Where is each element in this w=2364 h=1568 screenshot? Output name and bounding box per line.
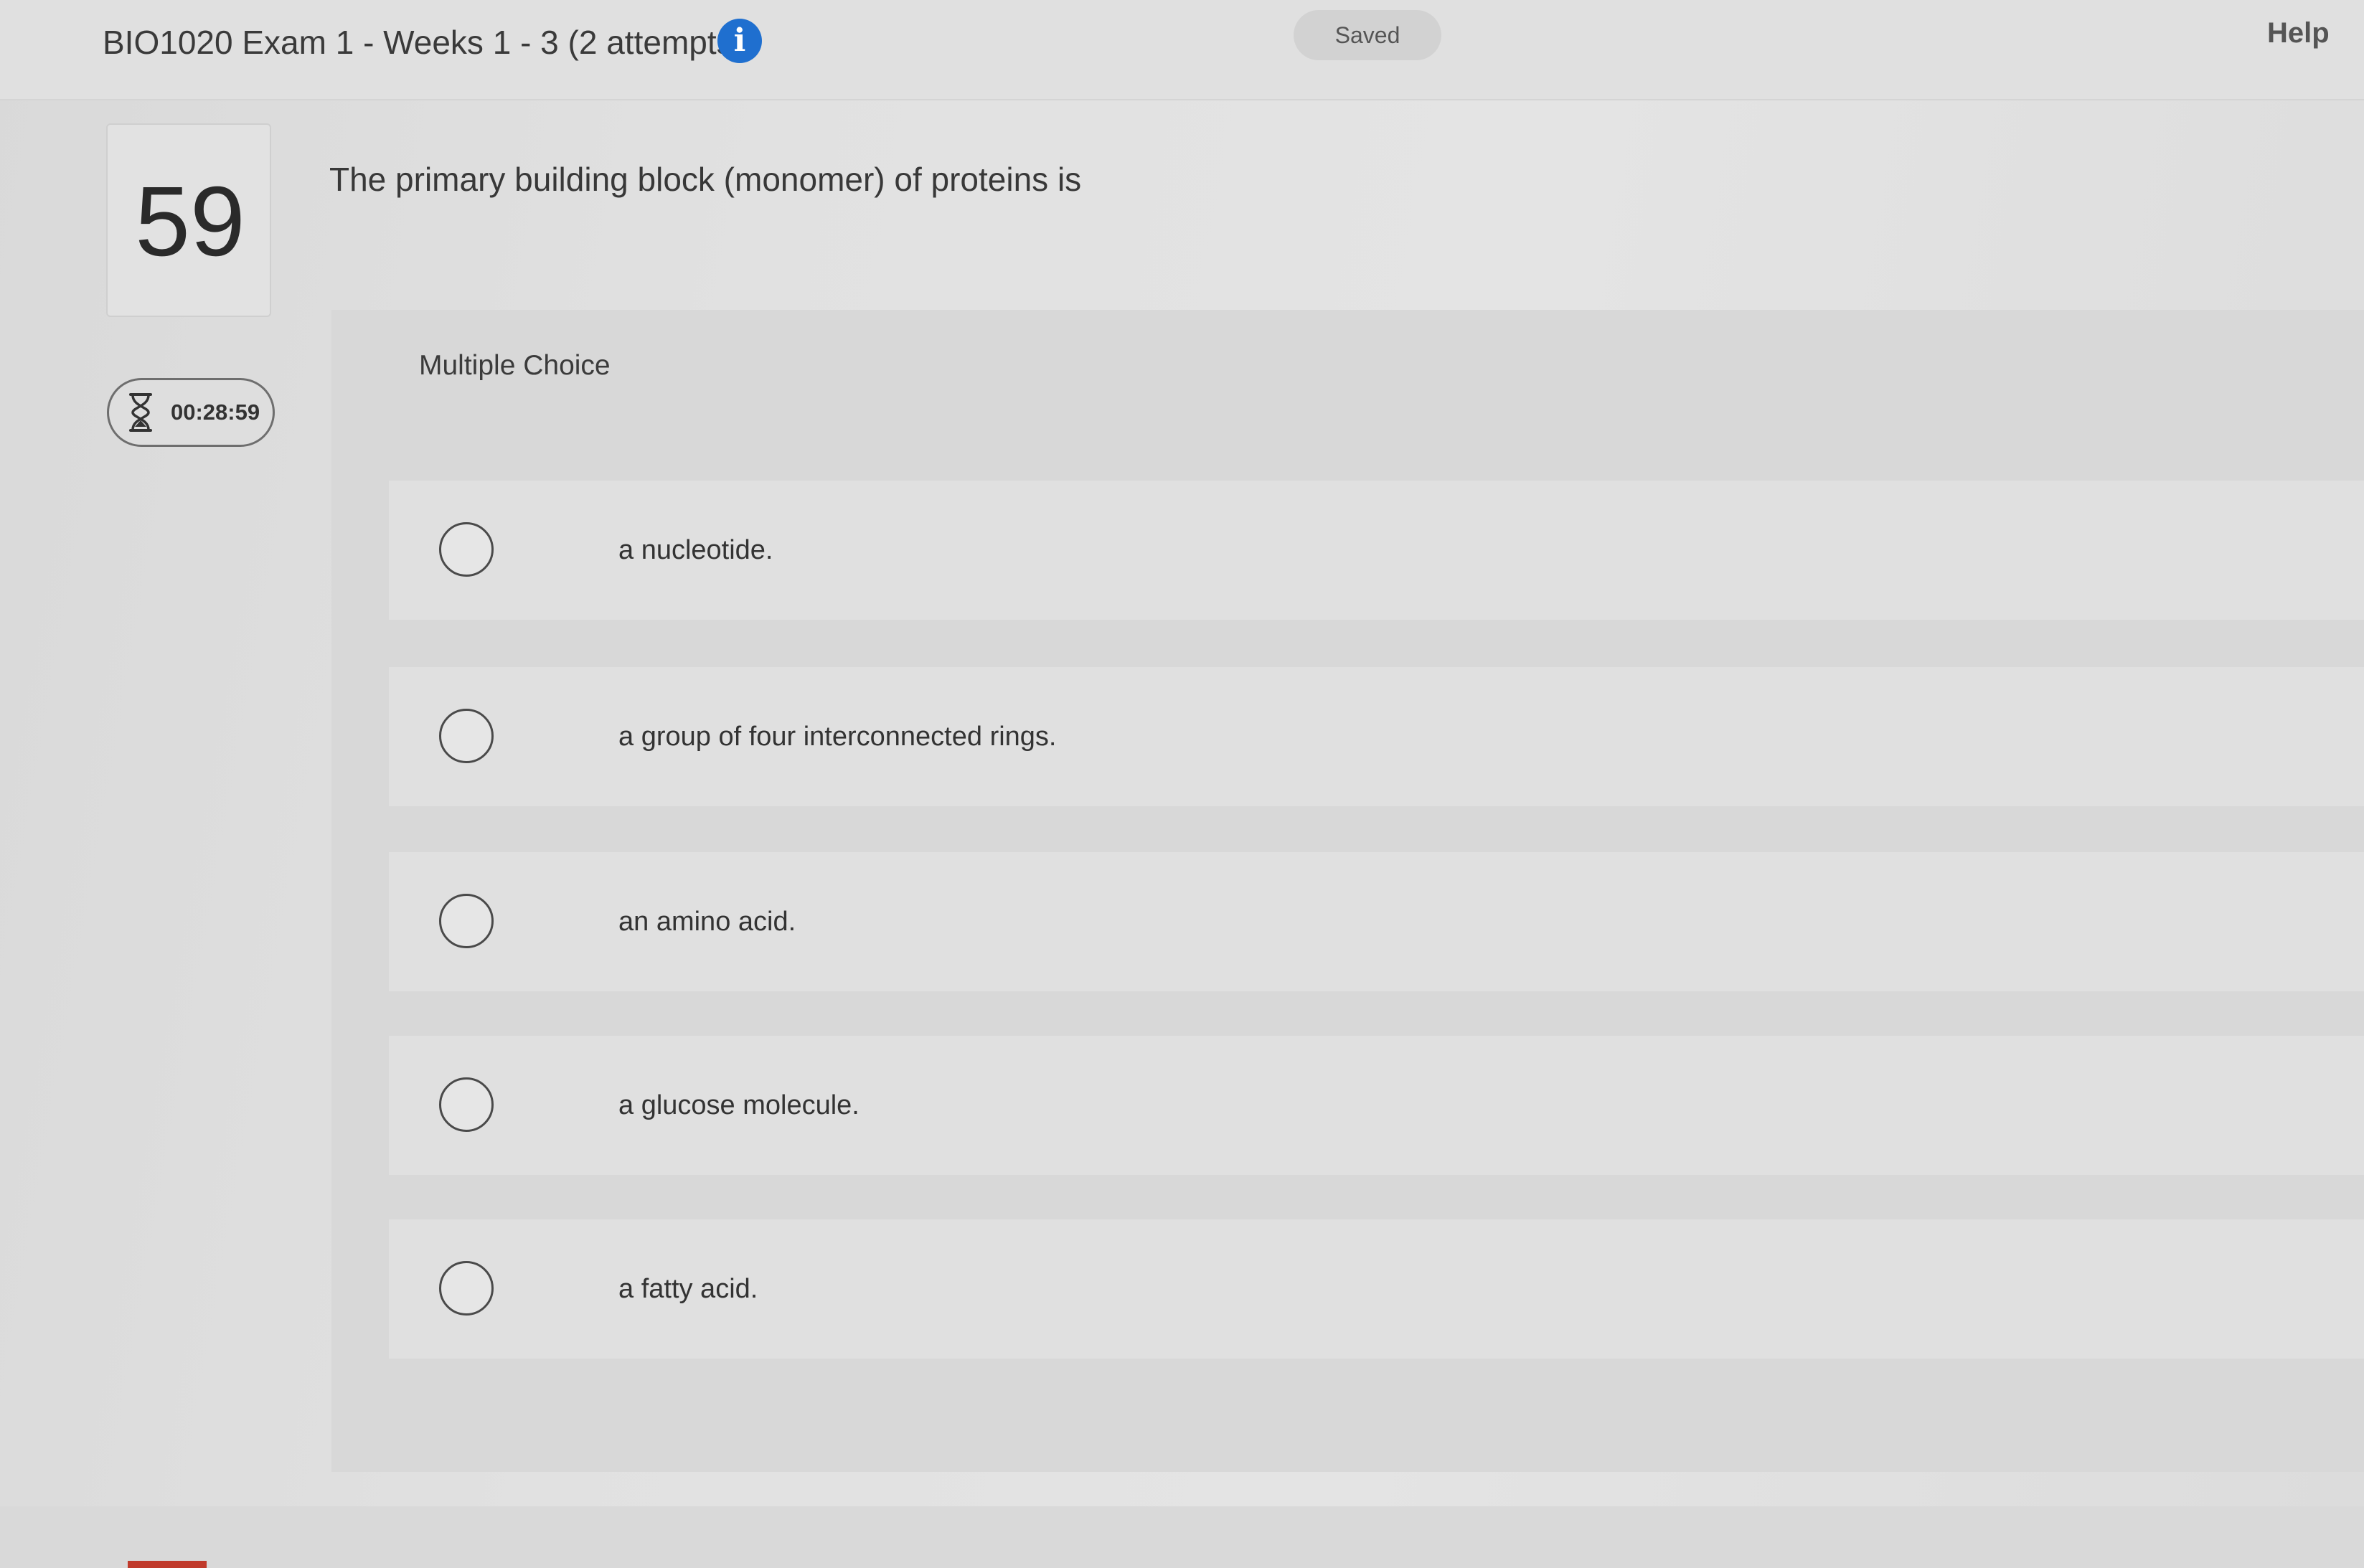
answer-option-label: a group of four interconnected rings. xyxy=(618,722,1057,752)
answer-option[interactable]: a nucleotide. xyxy=(389,481,2364,620)
question-prompt: The primary building block (monomer) of … xyxy=(329,161,1082,198)
footer-area xyxy=(0,1506,2364,1568)
answer-option[interactable]: a fatty acid. xyxy=(389,1219,2364,1359)
timer-remaining: 00:28:59 xyxy=(171,400,260,425)
answer-option[interactable]: an amino acid. xyxy=(389,852,2364,991)
question-type-label: Multiple Choice xyxy=(419,350,611,381)
radio-button[interactable] xyxy=(439,1077,494,1132)
saved-status-badge: Saved xyxy=(1294,10,1441,60)
answer-option-label: a fatty acid. xyxy=(618,1274,758,1304)
answer-option-label: an amino acid. xyxy=(618,907,796,937)
radio-button[interactable] xyxy=(439,1261,494,1316)
radio-button[interactable] xyxy=(439,522,494,577)
timer[interactable]: 00:28:59 xyxy=(107,378,275,447)
question-number: 59 xyxy=(135,166,245,277)
answer-option-label: a glucose molecule. xyxy=(618,1090,860,1120)
answer-panel: Multiple Choice a nucleotide. a group of… xyxy=(331,310,2364,1472)
exam-header: BIO1020 Exam 1 - Weeks 1 - 3 (2 attempts… xyxy=(0,0,2364,100)
answer-option-label: a nucleotide. xyxy=(618,535,773,565)
radio-button[interactable] xyxy=(439,709,494,763)
footer-accent xyxy=(128,1561,207,1568)
question-number-box: 59 xyxy=(106,123,271,317)
answer-option[interactable]: a glucose molecule. xyxy=(389,1036,2364,1175)
exam-title: BIO1020 Exam 1 - Weeks 1 - 3 (2 attempts… xyxy=(103,24,744,61)
hourglass-icon xyxy=(129,393,152,432)
info-icon[interactable]: i xyxy=(717,19,762,63)
help-link[interactable]: Help xyxy=(2267,13,2330,53)
radio-button[interactable] xyxy=(439,894,494,948)
answer-option[interactable]: a group of four interconnected rings. xyxy=(389,667,2364,806)
